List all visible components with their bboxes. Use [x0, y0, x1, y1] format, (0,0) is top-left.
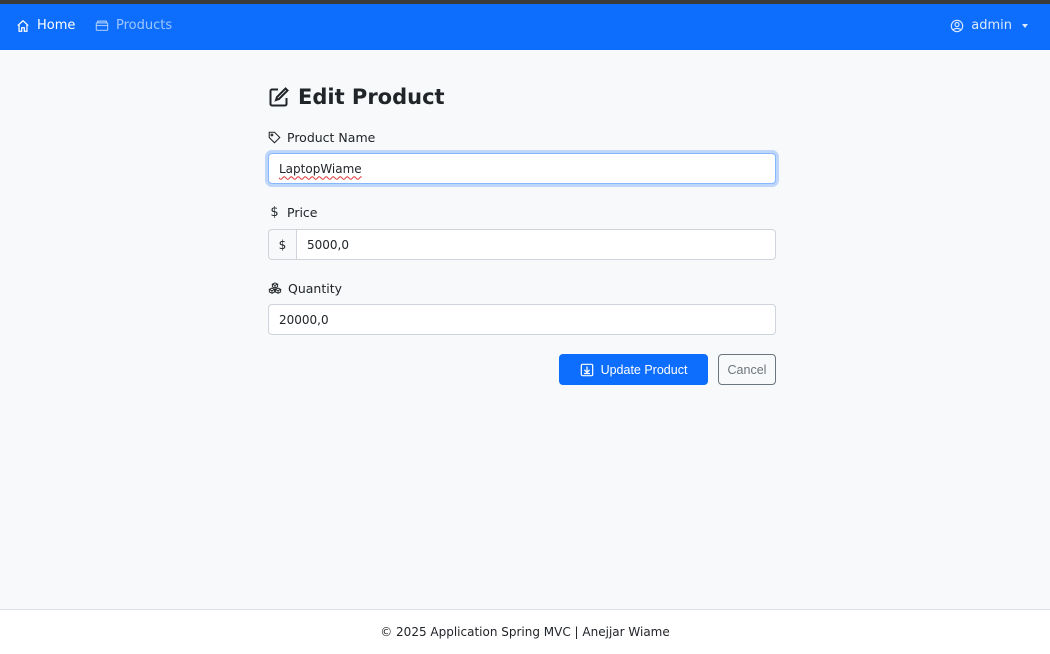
page-title-text: Edit Product	[298, 85, 445, 109]
pencil-square-icon	[268, 86, 290, 108]
nav-products-label: Products	[116, 18, 173, 33]
cancel-button[interactable]: Cancel	[718, 354, 776, 385]
navbar: Home Products admin	[0, 4, 1050, 50]
price-label: $ Price	[268, 205, 318, 220]
quantity-input[interactable]: 20000,0	[268, 304, 776, 335]
person-circle-icon	[950, 19, 964, 33]
box-icon	[95, 19, 109, 32]
price-label-text: Price	[287, 205, 318, 220]
quantity-label-text: Quantity	[288, 281, 343, 296]
product-name-label-text: Product Name	[287, 130, 376, 145]
user-menu-dropdown[interactable]: admin	[950, 18, 1028, 33]
footer-text: © 2025 Application Spring MVC | Anejjar …	[380, 625, 670, 639]
update-product-label: Update Product	[600, 362, 688, 377]
cancel-label: Cancel	[727, 362, 767, 377]
price-input-group: $ 5000,0	[268, 229, 776, 260]
nav-products-link[interactable]: Products	[95, 18, 172, 33]
house-icon	[16, 19, 30, 33]
user-menu-label: admin	[971, 18, 1012, 33]
page-title: Edit Product	[268, 82, 776, 112]
product-name-value: LaptopWiame	[279, 161, 362, 176]
dollar-icon: $	[270, 205, 279, 220]
quantity-value: 20000,0	[279, 312, 329, 327]
product-name-input[interactable]: LaptopWiame	[268, 153, 776, 184]
tag-icon	[268, 131, 281, 144]
nav-home-link[interactable]: Home	[16, 18, 75, 33]
update-product-button[interactable]: Update Product	[559, 354, 708, 385]
quantity-label: Quantity	[268, 281, 342, 296]
download-icon	[580, 363, 594, 377]
footer: © 2025 Application Spring MVC | Anejjar …	[0, 609, 1050, 654]
price-value: 5000,0	[307, 237, 349, 252]
product-name-label: Product Name	[268, 130, 375, 145]
price-input[interactable]: 5000,0	[296, 229, 776, 260]
chevron-down-icon	[1022, 24, 1028, 28]
edit-product-form: Edit Product Product Name LaptopWiame $ …	[268, 82, 776, 385]
nav-home-label: Home	[37, 18, 76, 33]
price-currency-addon: $	[268, 229, 296, 260]
boxes-icon	[268, 282, 282, 295]
